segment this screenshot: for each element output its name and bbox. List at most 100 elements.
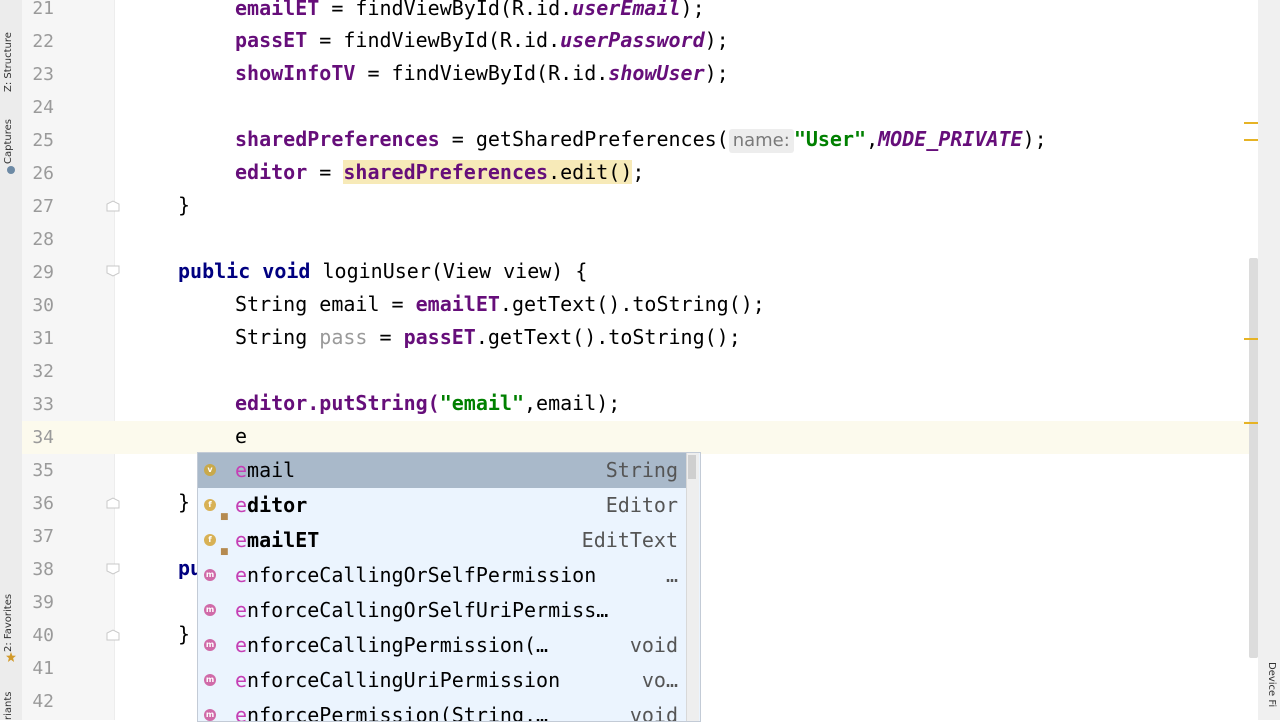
completion-item[interactable]: m enforceCallingPermission(… void	[198, 628, 686, 663]
editor-scrollbar-thumb[interactable]	[1249, 258, 1258, 658]
match-highlight: e	[235, 668, 248, 692]
string-literal: "email"	[439, 391, 524, 415]
code-text: String email =	[235, 292, 416, 316]
code-line-27[interactable]: }	[178, 189, 190, 222]
completion-type: void	[629, 703, 678, 722]
code-line-22[interactable]: passET = findViewById(R.id.userPassword)…	[235, 24, 729, 57]
code-text: );	[680, 0, 705, 20]
code-line-29[interactable]: public void loginUser(View view) {	[178, 255, 587, 288]
warning-marker[interactable]	[1244, 122, 1258, 124]
field-ref: sharedPreferences	[235, 127, 440, 151]
match-highlight: e	[235, 703, 248, 722]
code-line-34[interactable]: e	[235, 420, 247, 453]
completion-item[interactable]: f ■ emailET EditText	[198, 523, 686, 558]
line-number: 39	[32, 592, 54, 613]
warning-marker[interactable]	[1244, 422, 1258, 424]
match-highlight: e	[235, 598, 248, 622]
field-ref: showInfoTV	[235, 61, 356, 85]
line-number: 25	[32, 130, 54, 151]
popup-scrollbar[interactable]	[686, 453, 699, 721]
code-text: .edit()	[548, 160, 633, 184]
fold-end-icon[interactable]	[106, 629, 120, 641]
match-highlight: e	[235, 493, 248, 517]
completion-type: …	[665, 563, 678, 587]
field-icon: f	[204, 534, 216, 546]
completion-rest: nforceCallingOrSelfUriPermiss…	[247, 598, 609, 622]
line-number: 40	[32, 625, 54, 646]
match-highlight: e	[235, 633, 248, 657]
fold-start-icon[interactable]	[106, 563, 120, 575]
method-signature: loginUser(View view) {	[322, 259, 588, 283]
method-icon: m	[204, 569, 216, 581]
build-variants-tab[interactable]: riants	[3, 680, 19, 721]
code-text: ,	[866, 127, 879, 151]
completion-type: void	[629, 633, 678, 657]
code-text: .getText().toString();	[475, 325, 741, 349]
field-ref: passET	[235, 28, 308, 52]
method-icon: m	[204, 604, 216, 616]
field-ref: emailET	[415, 292, 500, 316]
code-text: );	[1022, 127, 1047, 151]
popup-scrollbar-thumb[interactable]	[688, 455, 696, 479]
code-line-36[interactable]: }	[178, 486, 190, 519]
completion-rest: nforceCallingUriPermission	[247, 668, 561, 692]
completion-name: emailET	[235, 523, 319, 558]
completion-rest: nforcePermission(String,…	[247, 703, 549, 722]
code-line-40[interactable]: }	[178, 618, 190, 651]
line-number: 23	[32, 64, 54, 85]
completion-name: enforceCallingUriPermission	[235, 663, 560, 698]
code-line-30[interactable]: String email = emailET.getText().toStrin…	[235, 288, 765, 321]
code-text: );	[704, 28, 729, 52]
code-text: =	[367, 325, 404, 349]
warning-marker[interactable]	[1244, 139, 1258, 141]
completion-item[interactable]: m enforceCallingUriPermission vo…	[198, 663, 686, 698]
completion-rest: nforceCallingOrSelfPermission	[247, 563, 597, 587]
line-number: 42	[32, 691, 54, 712]
autocomplete-popup[interactable]: v email String f ■ editor Editor f ■ emailET EditT…	[197, 452, 701, 722]
completion-name: editor	[235, 488, 307, 523]
completion-rest: nforceCallingPermission(…	[247, 633, 549, 657]
code-line-33[interactable]: editor.putString("email",email);	[235, 387, 620, 420]
code-text: = findViewById(R.id.	[307, 28, 561, 52]
fold-end-icon[interactable]	[106, 497, 120, 509]
warning-marker[interactable]	[1244, 338, 1258, 340]
resource-id: showUser	[608, 61, 705, 85]
code-text: ,email);	[524, 391, 621, 415]
captures-tab[interactable]: Captures	[3, 112, 19, 164]
code-line-23[interactable]: showInfoTV = findViewById(R.id.showUser)…	[235, 57, 729, 90]
completion-item[interactable]: m enforcePermission(String,… void	[198, 698, 686, 722]
method-icon: m	[204, 639, 216, 651]
line-number: 28	[32, 229, 54, 250]
line-number: 32	[32, 361, 54, 382]
code-line-25[interactable]: sharedPreferences = getSharedPreferences…	[235, 123, 1047, 156]
variable-icon: v	[204, 464, 216, 476]
match-highlight: e	[235, 458, 248, 482]
code-line-31[interactable]: String pass = passET.getText().toString(…	[235, 321, 741, 354]
code-line-26[interactable]: editor = sharedPreferences.edit();	[235, 156, 644, 189]
method-icon: m	[204, 674, 216, 686]
line-number: 41	[32, 658, 54, 679]
current-line-highlight	[22, 421, 1258, 454]
match-highlight: e	[235, 528, 248, 552]
fold-end-icon[interactable]	[106, 200, 120, 212]
completion-item[interactable]: m enforceCallingOrSelfPermission…	[198, 558, 686, 593]
completion-item[interactable]: m enforceCallingOrSelfUriPermiss…	[198, 593, 686, 628]
line-number: 34	[32, 427, 54, 448]
code-text: = getSharedPreferences(	[439, 127, 729, 151]
device-file-explorer-tab[interactable]: Device Fi	[1261, 662, 1277, 720]
line-number: 27	[32, 196, 54, 217]
code-line-21[interactable]: emailET = findViewById(R.id.userEmail);	[235, 0, 705, 25]
field-ref: sharedPreferences	[343, 160, 549, 184]
fold-start-icon[interactable]	[106, 265, 120, 277]
structure-tab[interactable]: Z: Structure	[3, 12, 19, 92]
left-tool-strip: Z: Structure Captures 2: Favorites riant…	[0, 0, 23, 720]
code-text: editor.putString(	[235, 391, 440, 415]
completion-name: enforcePermission(String,…	[235, 698, 549, 722]
completion-item[interactable]: v email String	[198, 453, 686, 488]
line-number: 30	[32, 295, 54, 316]
completion-item[interactable]: f ■ editor Editor	[198, 488, 686, 523]
favorites-tab[interactable]: 2: Favorites	[3, 590, 19, 652]
closing-brace: }	[178, 193, 191, 217]
field-ref: emailET	[235, 0, 320, 20]
completion-name: enforceCallingPermission(…	[235, 628, 548, 663]
